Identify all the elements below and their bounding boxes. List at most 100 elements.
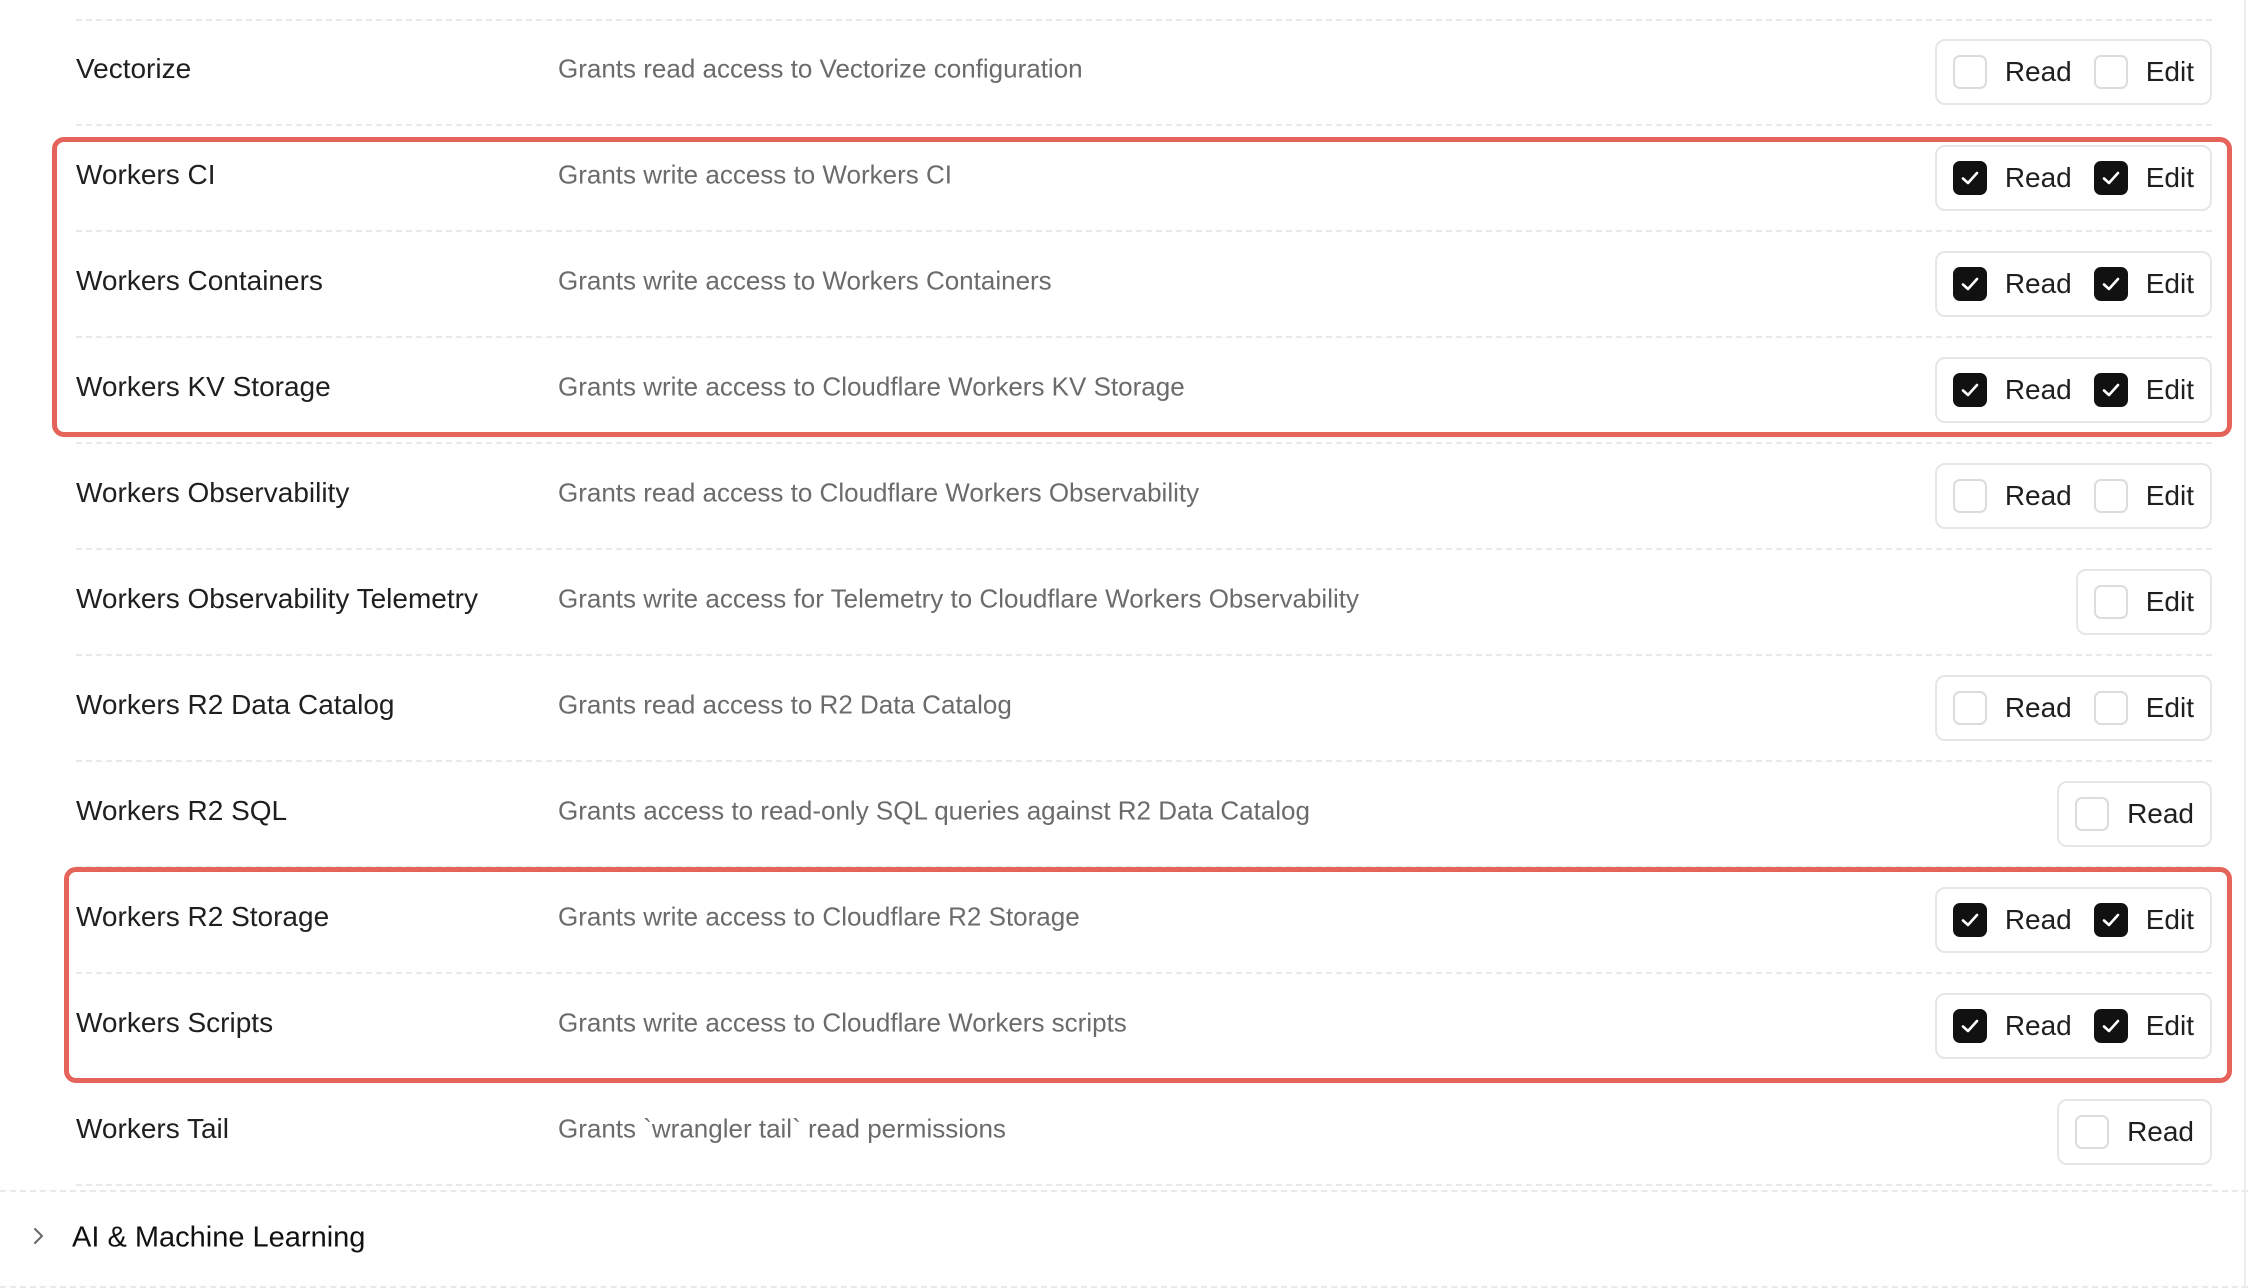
permission-controls: Read Edit bbox=[1934, 39, 2212, 105]
permission-name: Workers Scripts bbox=[76, 1007, 274, 1038]
read-label: Read bbox=[2004, 904, 2072, 935]
read-label: Read bbox=[2004, 374, 2072, 405]
read-label: Read bbox=[2004, 1010, 2072, 1041]
chevron-right-icon[interactable] bbox=[26, 1224, 50, 1248]
checkbox-box[interactable] bbox=[2093, 479, 2128, 513]
checkbox-box[interactable] bbox=[1952, 161, 1987, 195]
permission-description: Grants write access to Workers Container… bbox=[558, 265, 1052, 296]
checkbox-box[interactable] bbox=[2093, 161, 2128, 195]
permission-controls: Edit bbox=[2075, 569, 2212, 635]
permission-row-workers-r2-sql: Workers R2 SQL Grants access to read-onl… bbox=[76, 761, 2212, 868]
edit-checkbox[interactable]: Edit bbox=[2093, 903, 2194, 937]
read-checkbox[interactable]: Read bbox=[1952, 373, 2072, 407]
read-checkbox[interactable]: Read bbox=[2075, 1115, 2194, 1149]
checkmark-icon bbox=[2102, 383, 2120, 397]
checkmark-icon bbox=[1961, 277, 1979, 291]
checkbox-box[interactable] bbox=[2093, 1009, 2128, 1043]
read-checkbox[interactable]: Read bbox=[1952, 691, 2072, 725]
permission-row-vectorize: Vectorize Grants read access to Vectoriz… bbox=[76, 19, 2212, 126]
permission-description: Grants `wrangler tail` read permissions bbox=[558, 1113, 1006, 1144]
edit-label: Edit bbox=[2145, 268, 2194, 299]
permission-controls: Read Edit bbox=[1934, 145, 2212, 211]
permission-description: Grants read access to Cloudflare Workers… bbox=[558, 477, 1200, 508]
checkbox-box[interactable] bbox=[2075, 1115, 2110, 1149]
permission-row-workers-kv-storage: Workers KV Storage Grants write access t… bbox=[76, 337, 2212, 444]
edit-checkbox[interactable]: Edit bbox=[2093, 161, 2194, 195]
checkbox-box[interactable] bbox=[2093, 267, 2128, 301]
permission-controls: Read Edit bbox=[1934, 251, 2212, 317]
checkbox-box[interactable] bbox=[2093, 373, 2128, 407]
section-ai-machine-learning[interactable]: AI & Machine Learning bbox=[0, 1190, 2248, 1288]
checkbox-box[interactable] bbox=[2075, 797, 2110, 831]
edit-label: Edit bbox=[2145, 374, 2194, 405]
checkbox-box[interactable] bbox=[1952, 479, 1987, 513]
edit-label: Edit bbox=[2145, 56, 2194, 87]
edit-checkbox[interactable]: Edit bbox=[2093, 373, 2194, 407]
read-checkbox[interactable]: Read bbox=[1952, 55, 2072, 89]
permission-row-workers-tail: Workers Tail Grants `wrangler tail` read… bbox=[76, 1079, 2212, 1186]
permission-controls: Read bbox=[2057, 1099, 2212, 1165]
checkmark-icon bbox=[1961, 913, 1979, 927]
permission-name: Vectorize bbox=[76, 53, 192, 84]
read-checkbox[interactable]: Read bbox=[1952, 1009, 2072, 1043]
checkbox-box[interactable] bbox=[2093, 585, 2128, 619]
permission-description: Grants write access to Workers CI bbox=[558, 159, 952, 190]
checkbox-box[interactable] bbox=[1952, 691, 1987, 725]
permission-description: Grants write access to Cloudflare R2 Sto… bbox=[558, 901, 1080, 932]
permission-controls: Read Edit bbox=[1934, 887, 2212, 953]
edit-checkbox[interactable]: Edit bbox=[2093, 479, 2194, 513]
checkbox-box[interactable] bbox=[1952, 267, 1987, 301]
edit-label: Edit bbox=[2145, 1010, 2194, 1041]
permission-row-workers-observability-telemetry: Workers Observability Telemetry Grants w… bbox=[76, 549, 2212, 656]
permission-description: Grants access to read-only SQL queries a… bbox=[558, 795, 1310, 826]
read-label: Read bbox=[2004, 268, 2072, 299]
panel-edge bbox=[2244, 0, 2246, 1288]
permission-name: Workers R2 Data Catalog bbox=[76, 689, 395, 720]
permission-description: Grants write access to Cloudflare Worker… bbox=[558, 371, 1185, 402]
read-label: Read bbox=[2127, 1116, 2194, 1147]
permission-name: Workers Tail bbox=[76, 1113, 230, 1144]
permission-name: Workers R2 Storage bbox=[76, 901, 330, 932]
checkbox-box[interactable] bbox=[1952, 373, 1987, 407]
permission-row-workers-observability: Workers Observability Grants read access… bbox=[76, 443, 2212, 550]
edit-checkbox[interactable]: Edit bbox=[2093, 585, 2194, 619]
permission-row-workers-r2-data-catalog: Workers R2 Data Catalog Grants read acce… bbox=[76, 655, 2212, 762]
permission-name: Workers CI bbox=[76, 159, 216, 190]
edit-label: Edit bbox=[2145, 692, 2194, 723]
permission-name: Workers KV Storage bbox=[76, 371, 331, 402]
edit-checkbox[interactable]: Edit bbox=[2093, 55, 2194, 89]
permission-controls: Read bbox=[2057, 781, 2212, 847]
permission-row-workers-containers: Workers Containers Grants write access t… bbox=[76, 231, 2212, 338]
permission-row-workers-r2-storage: Workers R2 Storage Grants write access t… bbox=[76, 867, 2212, 974]
checkmark-icon bbox=[1961, 171, 1979, 185]
read-label: Read bbox=[2127, 798, 2194, 829]
read-checkbox[interactable]: Read bbox=[1952, 903, 2072, 937]
permission-description: Grants read access to R2 Data Catalog bbox=[558, 689, 1012, 720]
edit-checkbox[interactable]: Edit bbox=[2093, 691, 2194, 725]
permission-description: Grants write access to Cloudflare Worker… bbox=[558, 1007, 1127, 1038]
read-label: Read bbox=[2004, 56, 2072, 87]
read-checkbox[interactable]: Read bbox=[1952, 479, 2072, 513]
permission-row-workers-scripts: Workers Scripts Grants write access to C… bbox=[76, 973, 2212, 1080]
read-label: Read bbox=[2004, 162, 2072, 193]
checkbox-box[interactable] bbox=[2093, 55, 2128, 89]
checkmark-icon bbox=[2102, 171, 2120, 185]
permission-name: Workers R2 SQL bbox=[76, 795, 288, 826]
checkbox-box[interactable] bbox=[2093, 691, 2128, 725]
section-title[interactable]: AI & Machine Learning bbox=[72, 1222, 365, 1255]
read-checkbox[interactable]: Read bbox=[2075, 797, 2194, 831]
edit-label: Edit bbox=[2145, 480, 2194, 511]
checkbox-box[interactable] bbox=[2093, 903, 2128, 937]
permission-name: Workers Observability Telemetry bbox=[76, 583, 478, 614]
read-checkbox[interactable]: Read bbox=[1952, 267, 2072, 301]
checkbox-box[interactable] bbox=[1952, 903, 1987, 937]
read-checkbox[interactable]: Read bbox=[1952, 161, 2072, 195]
permission-controls: Read Edit bbox=[1934, 675, 2212, 741]
checkmark-icon bbox=[2102, 277, 2120, 291]
checkmark-icon bbox=[1961, 383, 1979, 397]
checkbox-box[interactable] bbox=[1952, 55, 1987, 89]
checkbox-box[interactable] bbox=[1952, 1009, 1987, 1043]
permission-row-workers-ci: Workers CI Grants write access to Worker… bbox=[76, 125, 2212, 232]
edit-checkbox[interactable]: Edit bbox=[2093, 267, 2194, 301]
edit-checkbox[interactable]: Edit bbox=[2093, 1009, 2194, 1043]
